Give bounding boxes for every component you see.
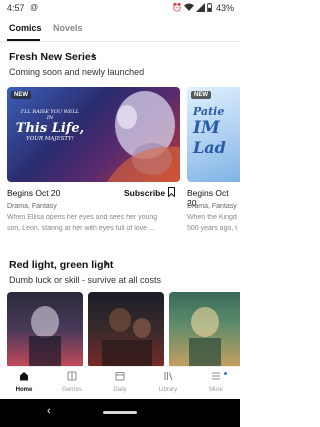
nav-more[interactable]: More bbox=[192, 371, 240, 393]
bookmark-icon bbox=[168, 187, 175, 196]
thumbnail-artwork bbox=[29, 306, 61, 368]
cover-title-art: Patie IM Lad bbox=[193, 105, 226, 157]
description-line: When Ellisa opens her eyes and sees her … bbox=[7, 214, 158, 221]
genre-label: Drama, Fantasy bbox=[7, 203, 57, 210]
at-icon: @ bbox=[30, 3, 39, 12]
genres-icon bbox=[67, 371, 77, 381]
battery-percentage: 43% bbox=[215, 3, 234, 13]
genre-label: Drama, Fantasy bbox=[187, 203, 237, 210]
status-time: 4:57 bbox=[7, 3, 25, 13]
description-line: 500 years ago, t bbox=[187, 225, 238, 232]
series-cover-image[interactable]: NEW I'LL RAISE YOU WELL IN This Life, YO… bbox=[7, 87, 180, 182]
nav-label: Home bbox=[15, 387, 33, 393]
thumbnail-artwork bbox=[102, 308, 152, 368]
alarm-icon: ⏰ bbox=[172, 3, 182, 12]
description-line: son, Leon, staring at her with eyes full… bbox=[7, 225, 155, 232]
section-subtitle: Dumb luck or skill - survive at all cost… bbox=[9, 275, 162, 285]
top-tabs: Comics Novels bbox=[0, 18, 240, 42]
back-icon[interactable]: ‹ bbox=[47, 405, 51, 417]
tab-comics[interactable]: Comics bbox=[9, 23, 42, 33]
series-thumbnail[interactable] bbox=[88, 292, 164, 368]
nav-home[interactable]: Home bbox=[0, 371, 48, 393]
bottom-navigation: Home Genres Daily Library More bbox=[0, 366, 240, 399]
chevron-right-icon: › bbox=[92, 50, 96, 61]
nav-daily[interactable]: Daily bbox=[96, 371, 144, 393]
daily-icon bbox=[115, 372, 125, 381]
cover-title-art: I'LL RAISE YOU WELL IN This Life, YOUR M… bbox=[15, 109, 85, 142]
nav-label: Library bbox=[158, 387, 178, 393]
more-icon bbox=[212, 372, 220, 380]
nav-library[interactable]: Library bbox=[144, 371, 192, 393]
series-thumbnail[interactable] bbox=[7, 292, 83, 368]
signal-icon bbox=[196, 3, 205, 12]
section-title: Red light, green light bbox=[9, 259, 114, 271]
home-icon bbox=[20, 372, 28, 381]
thumbnail-artwork bbox=[189, 307, 221, 368]
nav-label: Daily bbox=[113, 387, 127, 393]
wifi-icon bbox=[184, 3, 194, 11]
notification-dot bbox=[224, 372, 227, 375]
status-bar: 4:57 @ ⏰ 43% bbox=[0, 0, 240, 16]
series-thumbnail[interactable] bbox=[169, 292, 240, 368]
description-line: When the Kingd bbox=[187, 214, 237, 221]
nav-label: Genres bbox=[62, 387, 82, 393]
new-badge: NEW bbox=[11, 91, 31, 99]
series-cover-image[interactable]: NEW Patie IM Lad bbox=[187, 87, 240, 182]
tab-novels[interactable]: Novels bbox=[53, 23, 83, 33]
section-subtitle: Coming soon and newly launched bbox=[9, 67, 145, 77]
battery-icon bbox=[207, 3, 212, 12]
nav-label: More bbox=[209, 387, 223, 393]
library-icon bbox=[164, 372, 173, 381]
active-tab-indicator bbox=[7, 39, 40, 41]
system-navigation-bar: ‹ bbox=[0, 399, 240, 427]
new-badge: NEW bbox=[191, 91, 211, 99]
home-gesture-pill[interactable] bbox=[103, 411, 137, 414]
nav-genres[interactable]: Genres bbox=[48, 371, 96, 393]
release-date: Begins Oct 20 bbox=[7, 188, 61, 198]
section-title: Fresh New Series bbox=[9, 51, 97, 63]
chevron-right-icon: › bbox=[105, 258, 109, 269]
subscribe-label: Subscribe bbox=[124, 188, 166, 198]
